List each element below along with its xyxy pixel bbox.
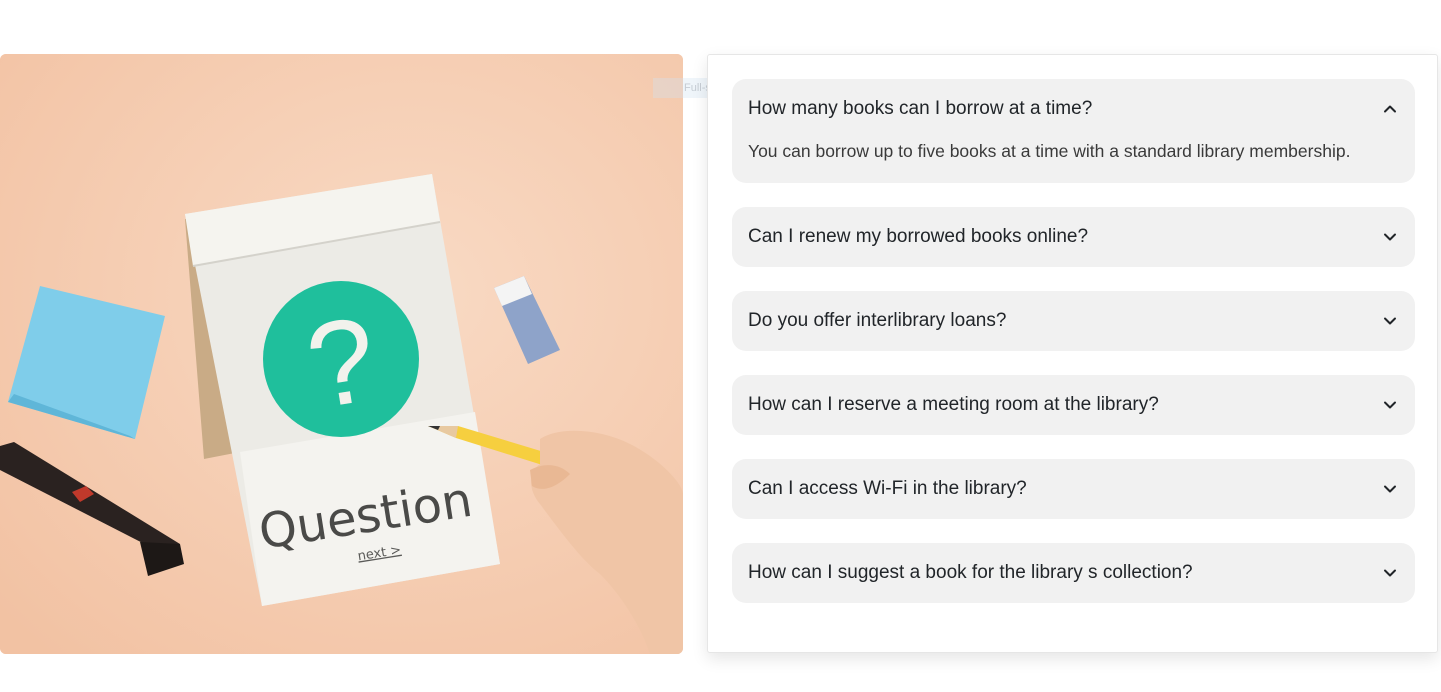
faq-question[interactable]: How can I reserve a meeting room at the … — [748, 375, 1159, 435]
chevron-down-icon[interactable] — [1383, 482, 1397, 496]
chevron-down-icon[interactable] — [1383, 566, 1397, 580]
faq-question[interactable]: Can I renew my borrowed books online? — [748, 207, 1088, 267]
chevron-down-icon[interactable] — [1383, 230, 1397, 244]
faq-answer: You can borrow up to five books at a tim… — [748, 141, 1351, 161]
question-mark-icon: ? — [263, 281, 419, 437]
faq-question[interactable]: Do you offer interlibrary loans? — [748, 291, 1006, 351]
faq-item-renew-online[interactable]: Can I renew my borrowed books online? — [732, 207, 1415, 267]
chevron-down-icon[interactable] — [1383, 314, 1397, 328]
question-notepad-illustration: ? Question next > — [0, 54, 683, 654]
faq-question[interactable]: Can I access Wi-Fi in the library? — [748, 459, 1027, 519]
faq-item-borrow-limit[interactable]: How many books can I borrow at a time? Y… — [732, 79, 1415, 183]
faq-question[interactable]: How many books can I borrow at a time? — [748, 79, 1092, 139]
chevron-up-icon[interactable] — [1383, 102, 1397, 116]
faq-item-interlibrary-loans[interactable]: Do you offer interlibrary loans? — [732, 291, 1415, 351]
chevron-down-icon[interactable] — [1383, 398, 1397, 412]
faq-item-wifi[interactable]: Can I access Wi-Fi in the library? — [732, 459, 1415, 519]
faq-item-suggest-book[interactable]: How can I suggest a book for the library… — [732, 543, 1415, 603]
faq-item-meeting-room[interactable]: How can I reserve a meeting room at the … — [732, 375, 1415, 435]
faq-question[interactable]: How can I suggest a book for the library… — [748, 543, 1193, 603]
faq-hero-image: ? Question next > — [0, 54, 683, 654]
